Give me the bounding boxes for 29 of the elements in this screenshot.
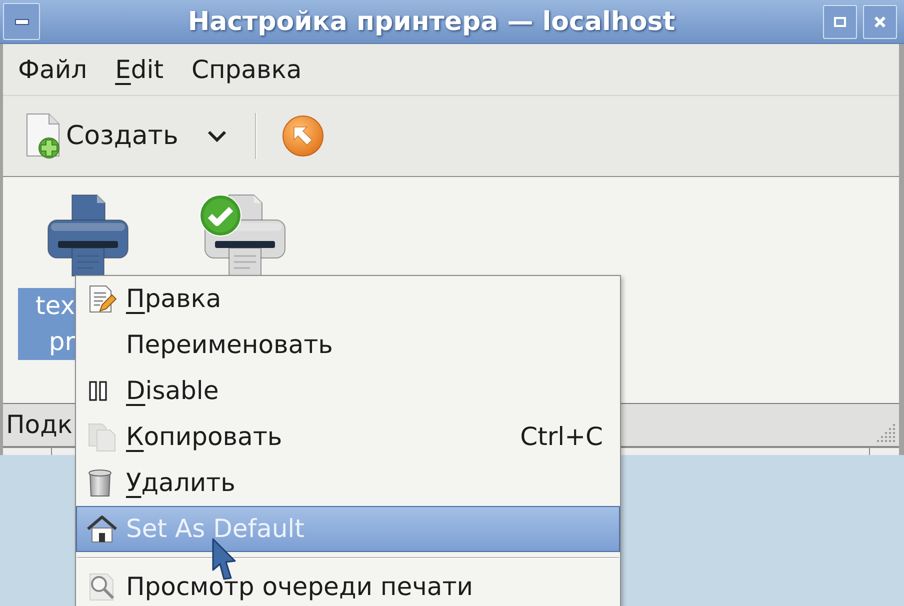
house-icon [87,515,117,543]
dash-icon [14,18,28,24]
menu-item[interactable]: Файл [8,50,98,90]
menu-item[interactable]: Правка [76,276,620,322]
menu-item[interactable]: Удалить [76,460,620,506]
window-title: Настройка принтера — localhost [186,6,676,38]
new-button[interactable]: Создать [16,106,186,166]
magnifier-icon [87,572,117,602]
menu-item[interactable]: Edit [105,50,174,90]
arrow-disc-icon [282,115,324,157]
edit-document-icon [87,284,117,314]
printer-icon[interactable] [45,192,131,278]
menu-item[interactable]: Переименовать [76,322,620,368]
status-text: Подк [6,410,72,440]
shortcut-text: Ctrl+C [520,421,603,454]
window-menu-button[interactable] [3,3,40,40]
resize-grip-icon[interactable] [877,423,897,443]
maximize-button[interactable] [823,4,857,38]
menu-item[interactable]: Disable [76,368,620,414]
menu-item[interactable]: Копировать Ctrl+C [76,414,620,460]
trash-icon [87,468,113,498]
document-plus-icon [24,113,62,159]
menu-item[interactable]: Справка [182,50,312,90]
pause-icon [89,381,109,401]
maximize-icon [834,16,846,26]
close-button[interactable] [863,4,897,38]
chevron-down-icon [207,130,228,142]
copy-icon [87,422,117,452]
close-icon [874,16,886,28]
